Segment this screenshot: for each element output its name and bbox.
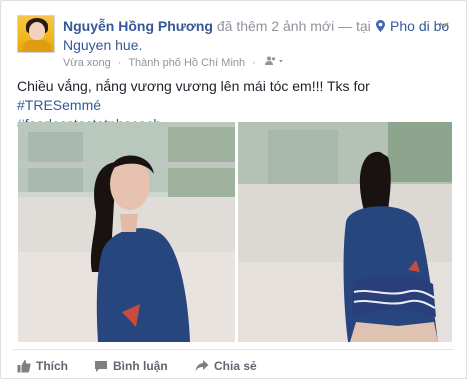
location-link-continued[interactable]: Nguyen hue. xyxy=(63,36,142,55)
location-prefix: tại xyxy=(356,18,371,34)
post-timestamp[interactable]: Vừa xong xyxy=(63,57,111,69)
hashtag-tresemme-link[interactable]: #TRESemmé xyxy=(17,97,101,113)
location-pin-icon xyxy=(375,20,388,34)
post-header: Nguyễn Hồng Phương đã thêm 2 ảnh mới — t… xyxy=(17,15,450,69)
post-city[interactable]: Thành phố Hồ Chí Minh xyxy=(128,57,245,69)
friends-icon[interactable] xyxy=(264,56,283,70)
post-action-bar: Thích Bình luận Chia sẻ xyxy=(17,356,450,376)
comment-icon xyxy=(94,359,108,373)
author-name-link[interactable]: Nguyễn Hồng Phương xyxy=(63,18,213,34)
post-action-text: đã thêm 2 ảnh mới — xyxy=(216,18,353,34)
share-arrow-icon xyxy=(195,359,209,373)
caption-text: Chiều vắng, nắng vương vương lên mái tóc… xyxy=(17,78,370,94)
post-headline: Nguyễn Hồng Phương đã thêm 2 ảnh mới — t… xyxy=(63,17,450,37)
post-meta: Vừa xong · Thành phố Hồ Chí Minh · xyxy=(63,56,283,70)
feed-post-card: Nguyễn Hồng Phương đã thêm 2 ảnh mới — t… xyxy=(0,0,467,379)
like-label: Thích xyxy=(36,359,68,373)
share-label: Chia sẻ xyxy=(214,359,257,373)
author-avatar[interactable] xyxy=(17,15,55,53)
comment-button[interactable]: Bình luận xyxy=(94,356,168,376)
share-button[interactable]: Chia sẻ xyxy=(195,356,257,376)
post-photo-1[interactable] xyxy=(18,122,235,342)
comment-label: Bình luận xyxy=(113,359,168,373)
post-options-chevron-icon[interactable] xyxy=(438,19,450,31)
thumbs-up-icon xyxy=(17,359,31,373)
post-photo-2[interactable] xyxy=(238,122,452,342)
like-button[interactable]: Thích xyxy=(17,356,68,376)
action-bar-divider xyxy=(13,349,454,350)
